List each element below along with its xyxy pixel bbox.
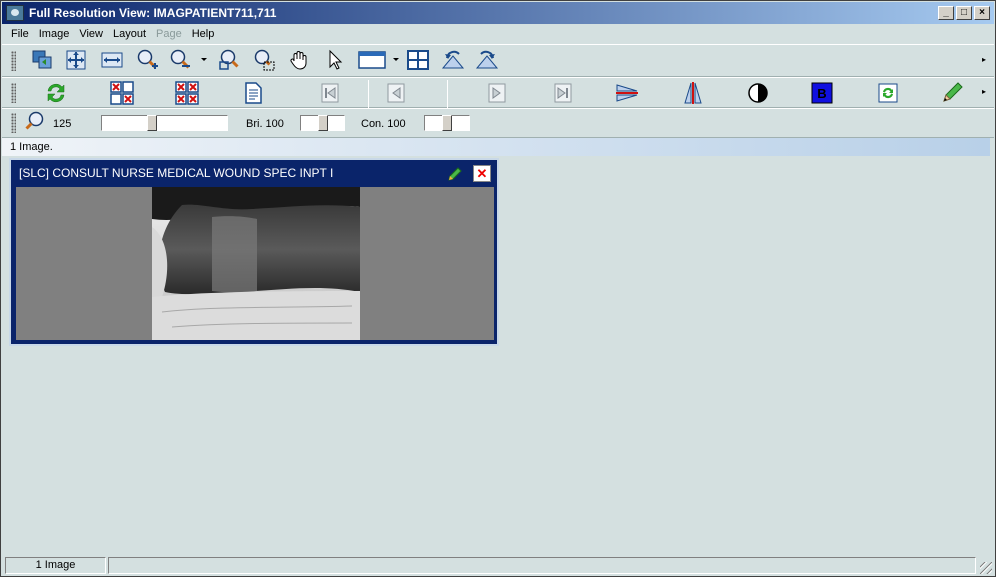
toolbar-grip[interactable]: [11, 83, 16, 103]
brightness-label: Bri. 100: [246, 118, 284, 130]
status-bar: 1 Image: [2, 556, 994, 576]
status-pane-empty: [108, 557, 976, 574]
contrast-slider-thumb[interactable]: [442, 115, 452, 131]
resize-grip-icon[interactable]: [980, 562, 992, 574]
zoom-value: 125: [53, 118, 72, 130]
last-page-icon[interactable]: [551, 81, 575, 105]
previous-page-icon[interactable]: [384, 81, 408, 105]
grid-layout-icon[interactable]: [406, 48, 430, 72]
copy-image-icon[interactable]: [30, 48, 54, 72]
menu-help[interactable]: Help: [187, 28, 220, 40]
flip-vertical-icon[interactable]: [615, 81, 639, 105]
annotate-pencil-icon[interactable]: [447, 166, 463, 185]
camera-app-icon: [6, 5, 24, 21]
minimize-button[interactable]: _: [938, 6, 954, 20]
brightness-slider-thumb[interactable]: [318, 115, 328, 131]
flip-horizontal-icon[interactable]: [681, 81, 705, 105]
image-panel[interactable]: [SLC] CONSULT NURSE MEDICAL WOUND SPEC I…: [9, 158, 499, 346]
svg-text:B: B: [817, 86, 826, 101]
zoom-level-icon: [23, 110, 47, 134]
toolbar-overflow-icon[interactable]: ▸: [982, 55, 986, 64]
reset-icon[interactable]: [876, 81, 900, 105]
contrast-slider[interactable]: [424, 115, 470, 131]
status-image-count: 1 Image: [5, 557, 106, 574]
clear-all-icon[interactable]: [175, 81, 199, 105]
rotate-right-icon[interactable]: [475, 48, 499, 72]
invert-icon[interactable]: [746, 81, 770, 105]
zoom-rect-icon[interactable]: [252, 48, 276, 72]
pointer-icon[interactable]: [322, 48, 346, 72]
window-layout-icon[interactable]: [357, 48, 387, 72]
image-count-strip: 1 Image.: [2, 138, 990, 156]
refresh-icon[interactable]: [44, 81, 68, 105]
layout-dropdown-icon[interactable]: [390, 48, 402, 72]
first-page-icon[interactable]: [318, 81, 342, 105]
toolbar-overflow-icon[interactable]: ▸: [982, 87, 986, 96]
image-panel-title-bar[interactable]: [SLC] CONSULT NURSE MEDICAL WOUND SPEC I…: [13, 162, 495, 184]
image-viewport[interactable]: [16, 187, 494, 340]
menu-page: Page: [156, 28, 182, 40]
zoom-in-icon[interactable]: [135, 48, 159, 72]
menu-image[interactable]: Image: [34, 28, 75, 40]
menu-file[interactable]: File: [6, 28, 34, 40]
menu-layout[interactable]: Layout: [108, 28, 151, 40]
toolbar-image: B ▸: [2, 77, 994, 108]
toolbar-adjust: 125 Bri. 100 Con. 100: [2, 108, 994, 138]
title-bar[interactable]: Full Resolution View: IMAGPATIENT711,711…: [2, 2, 994, 24]
brightness-b-icon[interactable]: B: [810, 81, 834, 105]
zoom-region-icon[interactable]: [217, 48, 241, 72]
menu-bar: File Image View Layout Page Help: [2, 24, 994, 44]
image-count-text: 1 Image.: [10, 141, 53, 153]
toolbar-view: ▸: [2, 44, 994, 77]
image-panel-title: [SLC] CONSULT NURSE MEDICAL WOUND SPEC I…: [19, 166, 334, 180]
menu-view[interactable]: View: [74, 28, 108, 40]
toolbar-grip[interactable]: [11, 113, 16, 133]
zoom-dropdown-icon[interactable]: [198, 48, 210, 72]
wound-photo-image: [152, 187, 360, 340]
close-image-button[interactable]: ✕: [473, 165, 491, 182]
brightness-slider[interactable]: [300, 115, 345, 131]
fit-to-width-icon[interactable]: [100, 48, 124, 72]
zoom-out-icon[interactable]: [168, 48, 192, 72]
clear-selected-icon[interactable]: [110, 81, 134, 105]
window-controls: _ □ ×: [938, 6, 990, 20]
window-title: Full Resolution View: IMAGPATIENT711,711: [29, 6, 277, 20]
maximize-button[interactable]: □: [956, 6, 972, 20]
contrast-label: Con. 100: [361, 118, 406, 130]
toolbar-grip[interactable]: [11, 51, 16, 71]
fit-to-window-icon[interactable]: [64, 48, 88, 72]
wound-photo[interactable]: [152, 187, 360, 340]
close-button[interactable]: ×: [974, 6, 990, 20]
rotate-left-icon[interactable]: [441, 48, 465, 72]
report-icon[interactable]: [241, 81, 265, 105]
pan-hand-icon[interactable]: [288, 48, 312, 72]
next-page-icon[interactable]: [485, 81, 509, 105]
annotate-pencil-icon[interactable]: [940, 81, 964, 105]
zoom-slider[interactable]: [101, 115, 228, 131]
app-window: Full Resolution View: IMAGPATIENT711,711…: [0, 0, 996, 577]
zoom-slider-thumb[interactable]: [147, 115, 157, 131]
